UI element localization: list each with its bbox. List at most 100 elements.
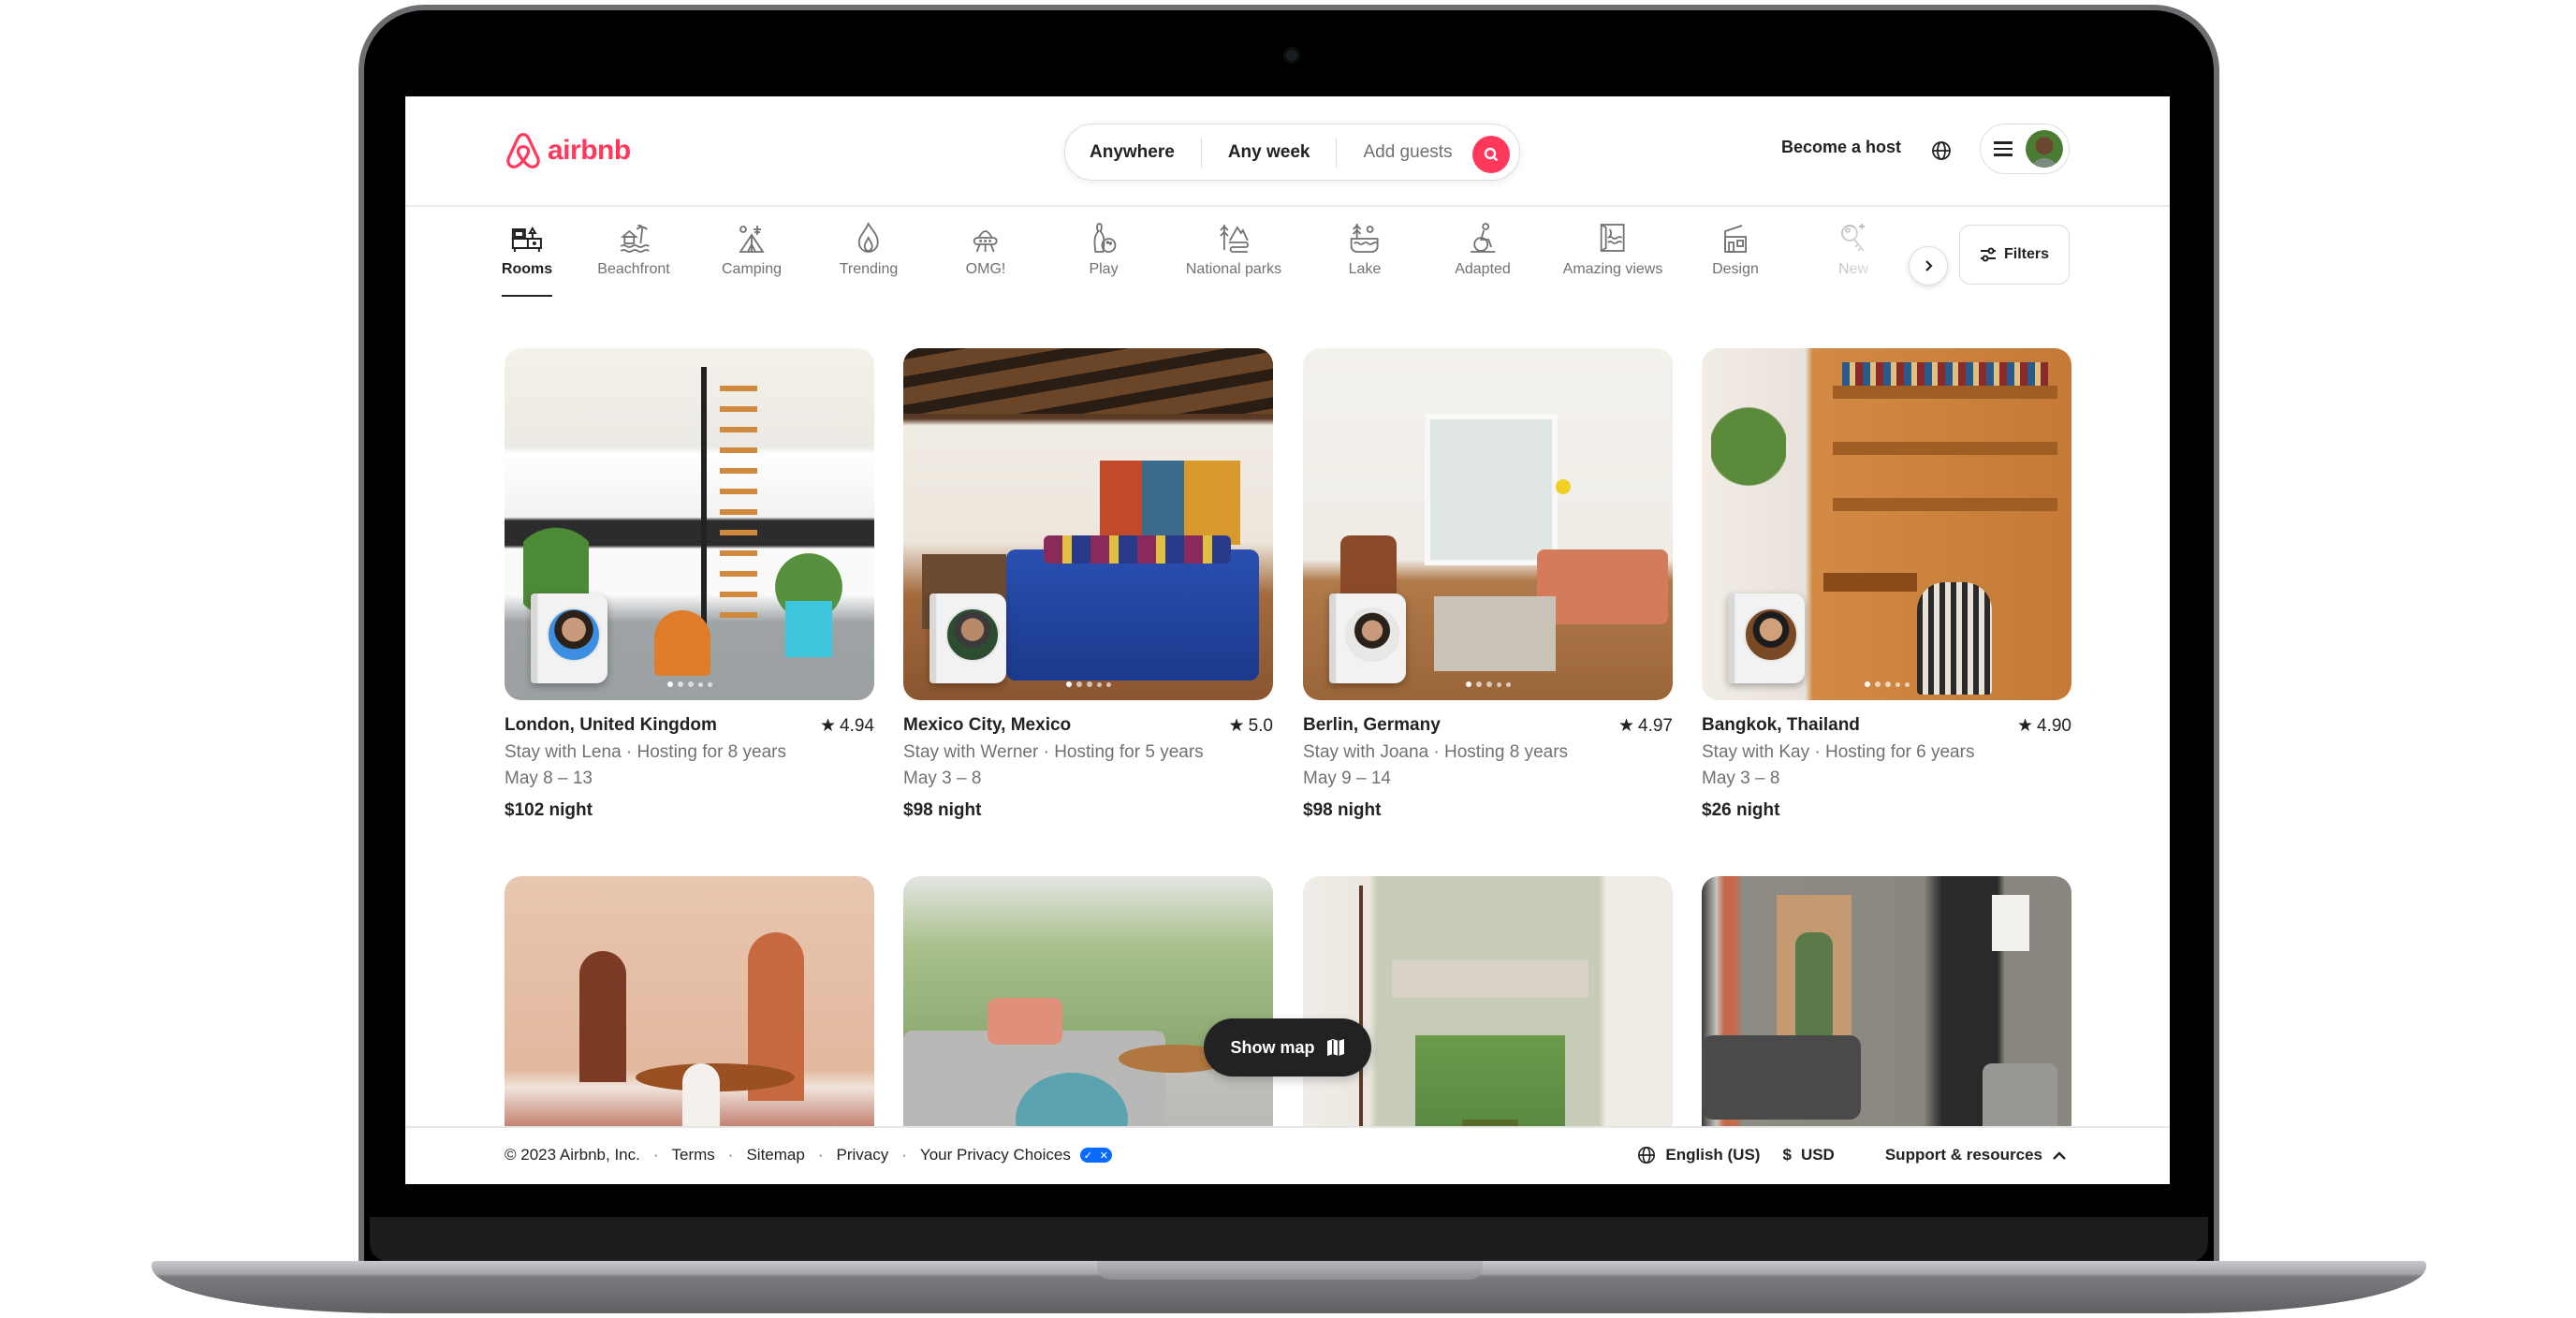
design-icon <box>1724 225 1747 253</box>
sliders-icon <box>1980 247 1996 262</box>
laptop-chin <box>370 1217 2208 1262</box>
airbnb-logo[interactable]: airbnb <box>505 131 631 170</box>
category-lake[interactable]: Lake <box>1348 220 1382 278</box>
category-national-parks[interactable]: National parks <box>1186 220 1281 278</box>
chevron-up-icon[interactable] <box>2052 1150 2067 1161</box>
laptop-notch <box>1097 1261 1483 1280</box>
menu-icon <box>1994 141 2012 160</box>
host-badge <box>1728 593 1805 683</box>
listing-host-line: Stay with Lena · Hosting for 8 years <box>505 742 786 762</box>
listing-photo[interactable] <box>1702 348 2071 700</box>
currency-selector[interactable]: USD <box>1801 1146 1835 1164</box>
category-next-button[interactable] <box>1909 246 1948 286</box>
currency-symbol: $ <box>1782 1146 1792 1164</box>
category-label: Play <box>1089 261 1119 277</box>
star-icon: ★ <box>819 716 837 736</box>
category-label: Lake <box>1348 261 1382 277</box>
globe-icon[interactable] <box>1931 140 1952 161</box>
listing-photo[interactable] <box>505 348 874 700</box>
camera-icon <box>1286 50 1297 61</box>
host-badge <box>929 593 1006 683</box>
map-icon <box>1326 1039 1344 1056</box>
photo-carousel-dots[interactable] <box>666 681 712 687</box>
category-camping[interactable]: Camping <box>722 220 782 278</box>
category-label: Beachfront <box>597 261 670 277</box>
national-parks-icon <box>1220 225 1250 253</box>
search-dates[interactable]: Any week <box>1200 137 1337 168</box>
listing-rating: ★ 4.90 <box>2016 715 2071 737</box>
listing-dates: May 9 – 14 <box>1303 769 1391 788</box>
listing-card[interactable]: Bangkok, Thailand ★ 4.90 Stay with Kay · … <box>1702 348 2071 821</box>
privacy-choices-icon[interactable]: ✓ ✕ <box>1079 1148 1112 1163</box>
filters-button[interactable]: Filters <box>1959 225 2070 285</box>
listing-dates: May 3 – 8 <box>903 769 982 788</box>
category-omg[interactable]: OMG! <box>965 220 1006 278</box>
category-play[interactable]: Play <box>1089 220 1119 278</box>
show-map-label: Show map <box>1230 1037 1315 1057</box>
photo-carousel-dots[interactable] <box>1864 681 1910 687</box>
category-label: Adapted <box>1455 261 1511 277</box>
footer-link-terms[interactable]: Terms <box>672 1146 715 1164</box>
chevron-right-icon <box>1925 260 1933 271</box>
avatar <box>2026 130 2063 168</box>
trending-flame-icon <box>858 222 879 253</box>
host-avatar <box>547 608 601 662</box>
search-bar[interactable]: Anywhere Any week Add guests <box>1064 124 1520 181</box>
footer-link-sitemap[interactable]: Sitemap <box>746 1146 804 1164</box>
listing-host-line: Stay with Werner · Hosting for 5 years <box>903 742 1204 762</box>
category-label: Rooms <box>501 261 553 277</box>
listing-rating: ★ 4.97 <box>1617 715 1673 737</box>
support-resources-button[interactable]: Support & resources <box>1885 1146 2042 1164</box>
category-beachfront[interactable]: Beachfront <box>597 220 670 278</box>
category-rooms[interactable]: Rooms <box>502 220 552 278</box>
host-badge <box>531 593 607 683</box>
listing-dates: May 8 – 13 <box>505 769 593 788</box>
logo-wordmark: airbnb <box>548 135 631 166</box>
category-adapted[interactable]: Adapted <box>1455 220 1511 278</box>
photo-carousel-dots[interactable] <box>1465 681 1511 687</box>
host-avatar <box>1345 608 1399 662</box>
listing-card[interactable]: London, United Kingdom ★ 4.94 Stay with L… <box>505 348 874 821</box>
listing-location: Bangkok, Thailand <box>1702 715 1860 735</box>
show-map-button[interactable]: Show map <box>1204 1018 1371 1076</box>
bowling-icon <box>1093 223 1116 253</box>
listing-card[interactable]: Mexico City, Mexico ★ 5.0 Stay with Werne… <box>903 348 1273 821</box>
become-host-link[interactable]: Become a host <box>1781 138 1901 157</box>
search-button[interactable] <box>1472 136 1510 173</box>
category-amazing-views[interactable]: Amazing views <box>1562 220 1663 278</box>
category-label: Design <box>1712 261 1759 277</box>
listing-price: $98 night <box>903 800 982 820</box>
footer-link-privacy[interactable]: Privacy <box>837 1146 889 1164</box>
category-label: Amazing views <box>1562 261 1663 277</box>
listing-host-line: Stay with Joana · Hosting 8 years <box>1303 742 1569 762</box>
category-label: OMG! <box>965 261 1006 277</box>
listing-photo[interactable] <box>903 348 1273 700</box>
camping-icon <box>739 226 765 253</box>
user-menu-button[interactable] <box>1980 124 2070 174</box>
listing-price: $26 night <box>1702 800 1780 820</box>
category-bar: Rooms Beachfront Camping Trending OMG! P… <box>502 220 1909 314</box>
search-location[interactable]: Anywhere <box>1065 138 1201 168</box>
listing-location: London, United Kingdom <box>505 715 717 735</box>
rooms-icon <box>511 227 542 252</box>
star-icon: ★ <box>1617 716 1635 736</box>
amazing-views-icon <box>1601 224 1625 252</box>
listing-location: Berlin, Germany <box>1303 715 1441 735</box>
listing-card[interactable]: Berlin, Germany ★ 4.97 Stay with Joana · … <box>1303 348 1673 821</box>
host-avatar <box>945 608 1000 662</box>
listing-photo[interactable] <box>1303 348 1673 700</box>
listing-price: $102 night <box>505 800 593 820</box>
category-design[interactable]: Design <box>1712 220 1759 278</box>
star-icon: ★ <box>2016 716 2034 736</box>
category-label: Camping <box>721 261 783 277</box>
search-icon <box>1484 147 1499 162</box>
filters-label: Filters <box>2003 246 2049 262</box>
search-guests[interactable]: Add guests <box>1336 137 1478 168</box>
listing-price: $98 night <box>1303 800 1382 820</box>
language-selector[interactable]: English (US) <box>1665 1146 1760 1164</box>
category-trending[interactable]: Trending <box>840 220 898 278</box>
header: airbnb Anywhere Any week Add guests Beco… <box>405 96 2170 207</box>
host-avatar <box>1744 608 1798 662</box>
photo-carousel-dots[interactable] <box>1065 681 1111 687</box>
footer-link-privacy-choices[interactable]: Your Privacy Choices <box>920 1146 1071 1164</box>
